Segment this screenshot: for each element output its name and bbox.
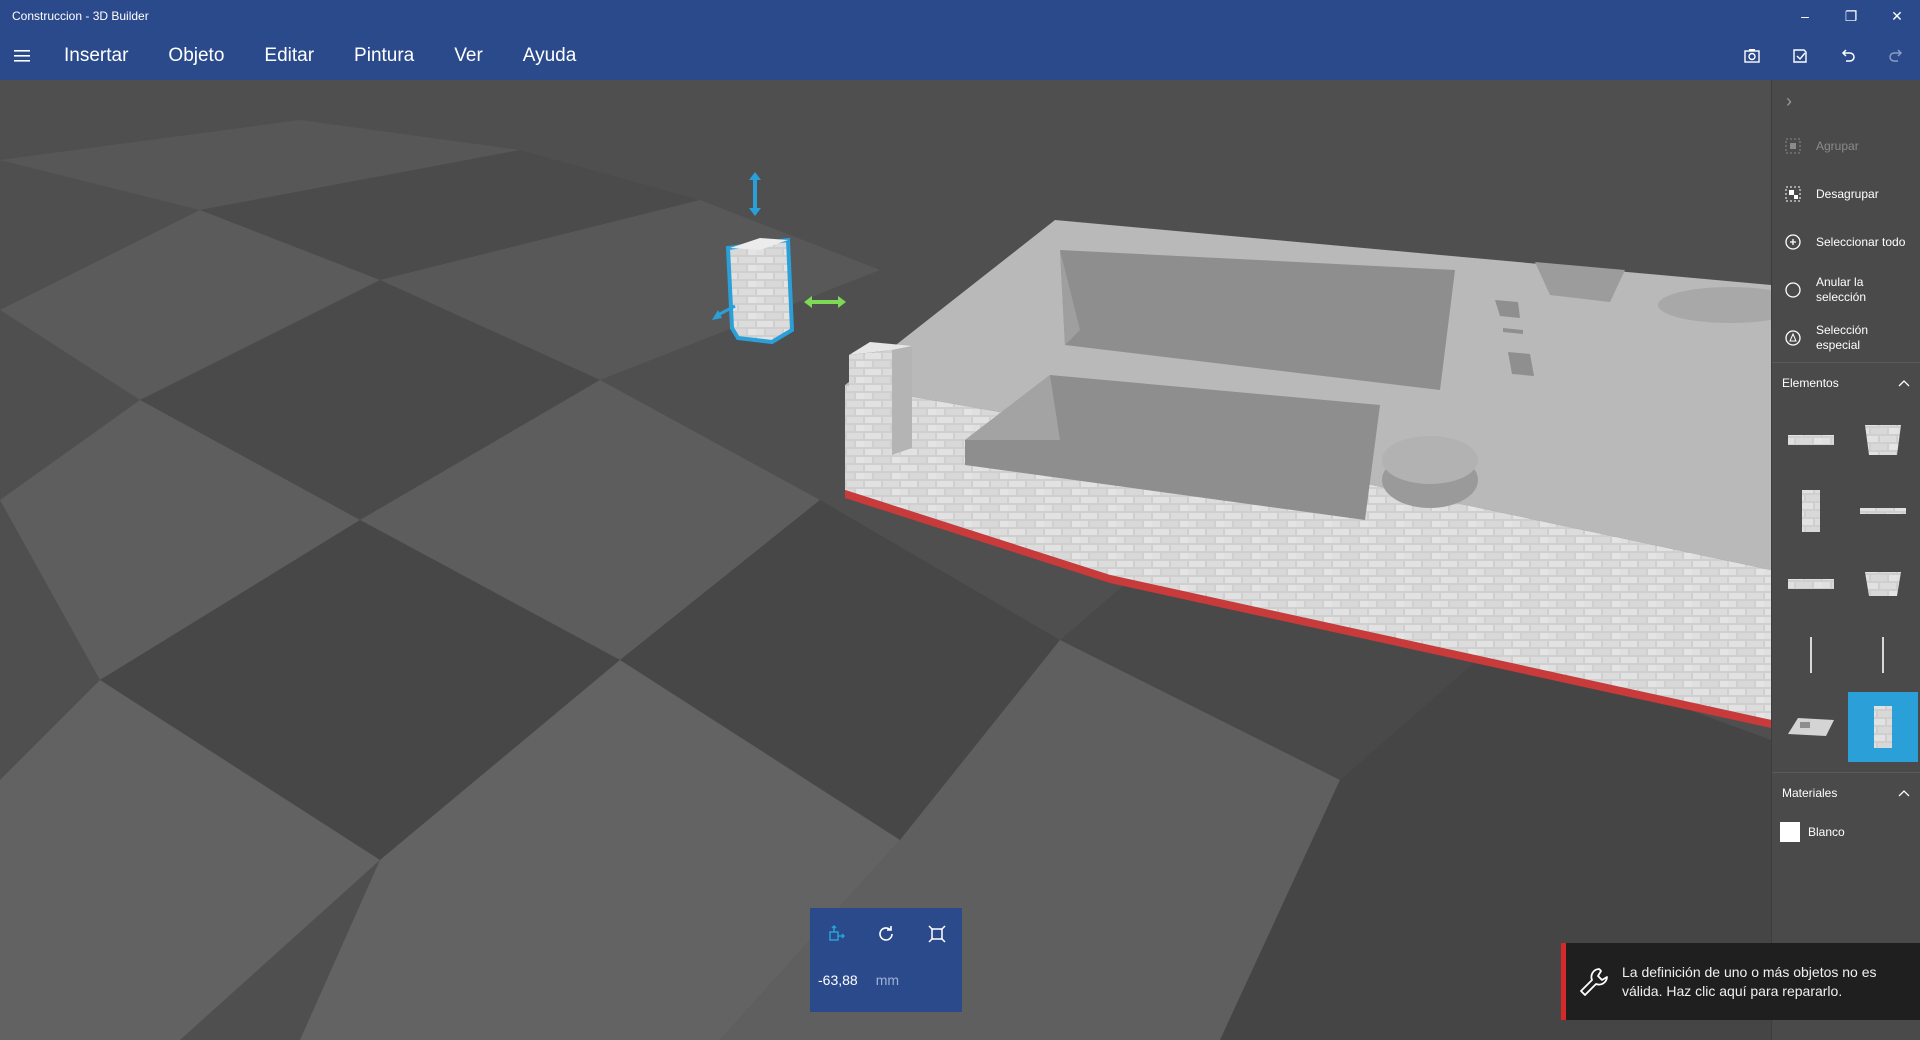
deselect-button[interactable]: Anular la selección bbox=[1772, 266, 1920, 314]
menu-editar[interactable]: Editar bbox=[244, 32, 334, 80]
group-button[interactable]: Agrupar bbox=[1772, 122, 1920, 170]
minimize-button[interactable]: – bbox=[1782, 0, 1828, 32]
chevron-up-icon bbox=[1898, 789, 1910, 796]
rotate-icon bbox=[879, 926, 893, 941]
element-thumb-wall-low[interactable] bbox=[1776, 404, 1846, 474]
title-bar: Construccion - 3D Builder – ❐ ✕ bbox=[0, 0, 1920, 32]
element-thumb-wall-mid[interactable] bbox=[1776, 548, 1846, 618]
element-thumb-post-a[interactable] bbox=[1776, 620, 1846, 690]
materials-title: Materiales bbox=[1782, 785, 1838, 800]
elements-list bbox=[1772, 402, 1920, 764]
element-thumb-block[interactable] bbox=[1848, 404, 1918, 474]
material-swatch bbox=[1780, 822, 1800, 842]
screenshot-icon bbox=[1744, 49, 1760, 63]
transform-toolbar: -63,88 mm bbox=[810, 908, 962, 1012]
select-all-icon bbox=[1782, 231, 1804, 253]
object-panel: › Agrupar Desagrupar Seleccionar todo An… bbox=[1771, 80, 1920, 1040]
undo-button[interactable] bbox=[1824, 32, 1872, 80]
element-thumb-board[interactable] bbox=[1776, 692, 1846, 762]
pillar-model[interactable] bbox=[849, 342, 912, 465]
window-title: Construccion - 3D Builder bbox=[12, 9, 149, 23]
menu-ayuda[interactable]: Ayuda bbox=[503, 32, 597, 80]
element-thumb-wall-thin[interactable] bbox=[1848, 476, 1918, 546]
3d-viewport[interactable] bbox=[0, 80, 1771, 1040]
transform-value[interactable]: -63,88 bbox=[818, 972, 858, 988]
selected-pillar[interactable] bbox=[725, 237, 795, 345]
wrench-icon bbox=[1566, 965, 1622, 999]
close-button[interactable]: ✕ bbox=[1874, 0, 1920, 32]
special-select-icon bbox=[1782, 327, 1804, 349]
special-select-label: Selección especial bbox=[1816, 323, 1869, 352]
material-name: Blanco bbox=[1808, 825, 1845, 839]
redo-button[interactable] bbox=[1872, 32, 1920, 80]
elements-title: Elementos bbox=[1782, 375, 1839, 390]
group-label: Agrupar bbox=[1816, 138, 1859, 153]
export-button[interactable] bbox=[1776, 32, 1824, 80]
repair-notification[interactable]: La definición de uno o más objetos no es… bbox=[1561, 943, 1920, 1020]
menu-ver[interactable]: Ver bbox=[434, 32, 503, 80]
materials-section-header[interactable]: Materiales bbox=[1772, 772, 1920, 812]
chevron-up-icon bbox=[1898, 379, 1910, 386]
group-icon bbox=[1782, 135, 1804, 157]
rotate-button[interactable] bbox=[874, 922, 898, 946]
scene-canvas[interactable] bbox=[0, 80, 1771, 1040]
scale-icon bbox=[928, 925, 946, 943]
collapse-panel-button[interactable]: › bbox=[1772, 80, 1920, 122]
select-all-button[interactable]: Seleccionar todo bbox=[1772, 218, 1920, 266]
ungroup-button[interactable]: Desagrupar bbox=[1772, 170, 1920, 218]
element-thumb-pillar-selected[interactable] bbox=[1848, 692, 1918, 762]
select-all-label: Seleccionar todo bbox=[1816, 234, 1906, 249]
ungroup-label: Desagrupar bbox=[1816, 186, 1879, 201]
repair-message: La definición de uno o más objetos no es… bbox=[1622, 963, 1877, 999]
hamburger-icon bbox=[14, 50, 30, 62]
screenshot-button[interactable] bbox=[1728, 32, 1776, 80]
element-thumb-crate[interactable] bbox=[1848, 548, 1918, 618]
move-icon bbox=[829, 924, 846, 941]
deselect-icon bbox=[1782, 279, 1804, 301]
menu-insertar[interactable]: Insertar bbox=[44, 32, 148, 80]
hamburger-menu-button[interactable] bbox=[0, 32, 44, 80]
scale-button[interactable] bbox=[925, 922, 949, 946]
export-icon bbox=[1793, 49, 1807, 63]
restore-button[interactable]: ❐ bbox=[1828, 0, 1874, 32]
elements-section-header[interactable]: Elementos bbox=[1772, 362, 1920, 402]
element-thumb-pillar[interactable] bbox=[1776, 476, 1846, 546]
menu-pintura[interactable]: Pintura bbox=[334, 32, 434, 80]
deselect-label: Anular la selección bbox=[1816, 275, 1867, 304]
redo-icon bbox=[1889, 49, 1903, 62]
menu-objeto[interactable]: Objeto bbox=[148, 32, 244, 80]
move-button[interactable] bbox=[823, 922, 847, 946]
element-thumb-post-b[interactable] bbox=[1848, 620, 1918, 690]
ungroup-icon bbox=[1782, 183, 1804, 205]
menu-bar: Insertar Objeto Editar Pintura Ver Ayuda bbox=[0, 32, 1920, 80]
transform-unit: mm bbox=[875, 972, 900, 988]
material-blanco[interactable]: Blanco bbox=[1772, 812, 1920, 852]
undo-icon bbox=[1841, 49, 1855, 62]
special-select-button[interactable]: Selección especial bbox=[1772, 314, 1920, 362]
